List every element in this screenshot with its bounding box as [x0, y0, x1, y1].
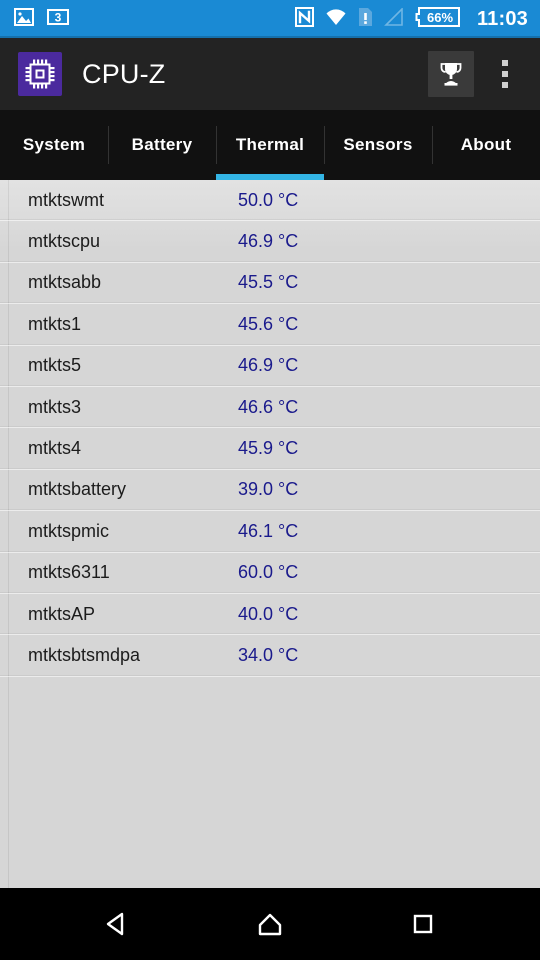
battery-percent-text: 66% — [427, 10, 453, 25]
table-row[interactable]: mtktsAP 40.0 °C — [0, 594, 540, 636]
sensor-name: mtktsbattery — [28, 479, 127, 500]
table-row[interactable]: mtkts3 46.6 °C — [0, 387, 540, 429]
table-row[interactable]: mtktsabb 45.5 °C — [0, 263, 540, 305]
signal-icon — [384, 6, 404, 31]
sensor-temperature: 46.6 °C — [238, 396, 299, 417]
table-row[interactable]: mtktswmt 50.0 °C — [0, 180, 540, 222]
tab-label: System — [22, 135, 86, 154]
tab-system[interactable]: System — [0, 110, 108, 180]
home-icon — [258, 913, 282, 936]
status-bar: 3 66% 11:03 — [0, 0, 540, 38]
sensor-temperature: 45.5 °C — [238, 272, 299, 293]
image-icon — [14, 7, 34, 31]
tab-label: Sensors — [343, 135, 413, 154]
table-row[interactable]: mtktsbtsmdpa 34.0 °C — [0, 635, 540, 677]
sensor-name: mtkts6311 — [28, 562, 110, 583]
sensor-name: mtkts5 — [28, 355, 82, 376]
sensor-temperature: 40.0 °C — [238, 603, 299, 624]
sensor-name: mtkts4 — [28, 438, 82, 459]
phone-screen: 3 66% 11:03 CPU-Z System Battery Thermal… — [0, 0, 540, 960]
overflow-menu-button[interactable] — [482, 51, 528, 97]
page-title: CPU-Z — [82, 58, 166, 89]
sensor-temperature: 34.0 °C — [238, 644, 299, 665]
table-row[interactable]: mtktspmic 46.1 °C — [0, 511, 540, 553]
table-row[interactable]: mtkts6311 60.0 °C — [0, 553, 540, 594]
trophy-button[interactable] — [428, 51, 474, 97]
overflow-dot — [502, 71, 508, 77]
tab-label: About — [460, 135, 512, 154]
table-row[interactable]: mtktscpu 46.9 °C — [0, 221, 540, 263]
tab-label: Battery — [131, 135, 193, 154]
sensor-temperature: 46.9 °C — [238, 231, 299, 252]
back-triangle-icon — [106, 912, 123, 936]
app-bar: CPU-Z — [0, 38, 540, 110]
table-row[interactable]: mtkts4 45.9 °C — [0, 428, 540, 470]
sensor-name: mtktswmt — [28, 189, 104, 210]
tab-sensors[interactable]: Sensors — [324, 110, 432, 180]
tab-label: Thermal — [235, 135, 305, 154]
cpu-chip-icon — [18, 52, 62, 96]
app-bar-actions — [428, 51, 528, 97]
sensor-name: mtktsAP — [28, 603, 96, 624]
status-bar-clock: 11:03 — [476, 8, 528, 30]
overflow-dot — [502, 82, 508, 88]
tab-thermal[interactable]: Thermal — [216, 110, 324, 180]
svg-text:3: 3 — [55, 10, 62, 24]
tab-bar: System Battery Thermal Sensors About — [0, 110, 540, 180]
status-bar-left-icons: 3 — [14, 7, 70, 31]
square-icon — [414, 914, 433, 934]
tab-about[interactable]: About — [432, 110, 540, 180]
overflow-dot — [502, 60, 508, 66]
trophy-icon — [440, 63, 462, 86]
sensor-name: mtktsabb — [28, 272, 102, 293]
status-bar-right-icons: 66% 11:03 — [294, 6, 528, 33]
sensor-name: mtktscpu — [28, 231, 101, 252]
sensor-temperature: 46.1 °C — [238, 520, 299, 541]
wifi-icon — [325, 8, 347, 31]
tab-battery[interactable]: Battery — [108, 110, 216, 180]
sim-alert-icon — [358, 7, 373, 32]
nav-recents-button[interactable] — [391, 892, 455, 956]
sensor-temperature: 45.9 °C — [238, 438, 299, 459]
table-row[interactable]: mtktsbattery 39.0 °C — [0, 470, 540, 512]
battery-icon: 66% — [415, 6, 461, 33]
sensor-temperature: 46.9 °C — [238, 355, 299, 376]
sensor-temperature: 50.0 °C — [238, 189, 299, 210]
system-navigation-bar — [0, 888, 540, 960]
sensor-name: mtkts3 — [28, 396, 82, 417]
table-row[interactable]: mtkts1 45.6 °C — [0, 304, 540, 346]
sensor-temperature: 60.0 °C — [238, 562, 299, 583]
thermal-panel: mtktswmt 50.0 °C mtktscpu 46.9 °C mtktsabb 45… — [0, 180, 540, 888]
sensor-name: mtkts1 — [28, 313, 82, 334]
sensor-name: mtktspmic — [28, 520, 109, 541]
sensor-temperature: 39.0 °C — [238, 479, 299, 500]
sensor-temperature: 45.6 °C — [238, 313, 299, 334]
nfc-icon — [294, 6, 314, 32]
thermal-sensor-list[interactable]: mtktswmt 50.0 °C mtktscpu 46.9 °C mtktsabb 45… — [0, 180, 540, 677]
sensor-name: mtktsbtsmdpa — [28, 644, 141, 665]
nav-back-button[interactable] — [85, 892, 149, 956]
three-badge-icon: 3 — [46, 8, 70, 31]
table-row[interactable]: mtkts5 46.9 °C — [0, 346, 540, 387]
nav-home-button[interactable] — [238, 892, 302, 956]
